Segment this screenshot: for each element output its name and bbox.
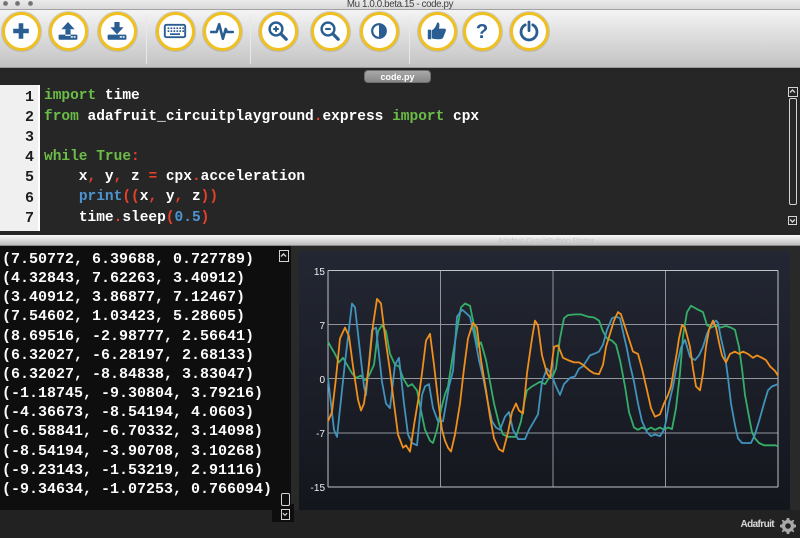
svg-text:7: 7 [319,321,325,332]
svg-text:0: 0 [319,375,325,386]
svg-text:15: 15 [314,267,326,278]
svg-text:-15: -15 [311,483,326,494]
svg-text:-7: -7 [316,429,325,440]
svg-text:?: ? [476,20,489,43]
